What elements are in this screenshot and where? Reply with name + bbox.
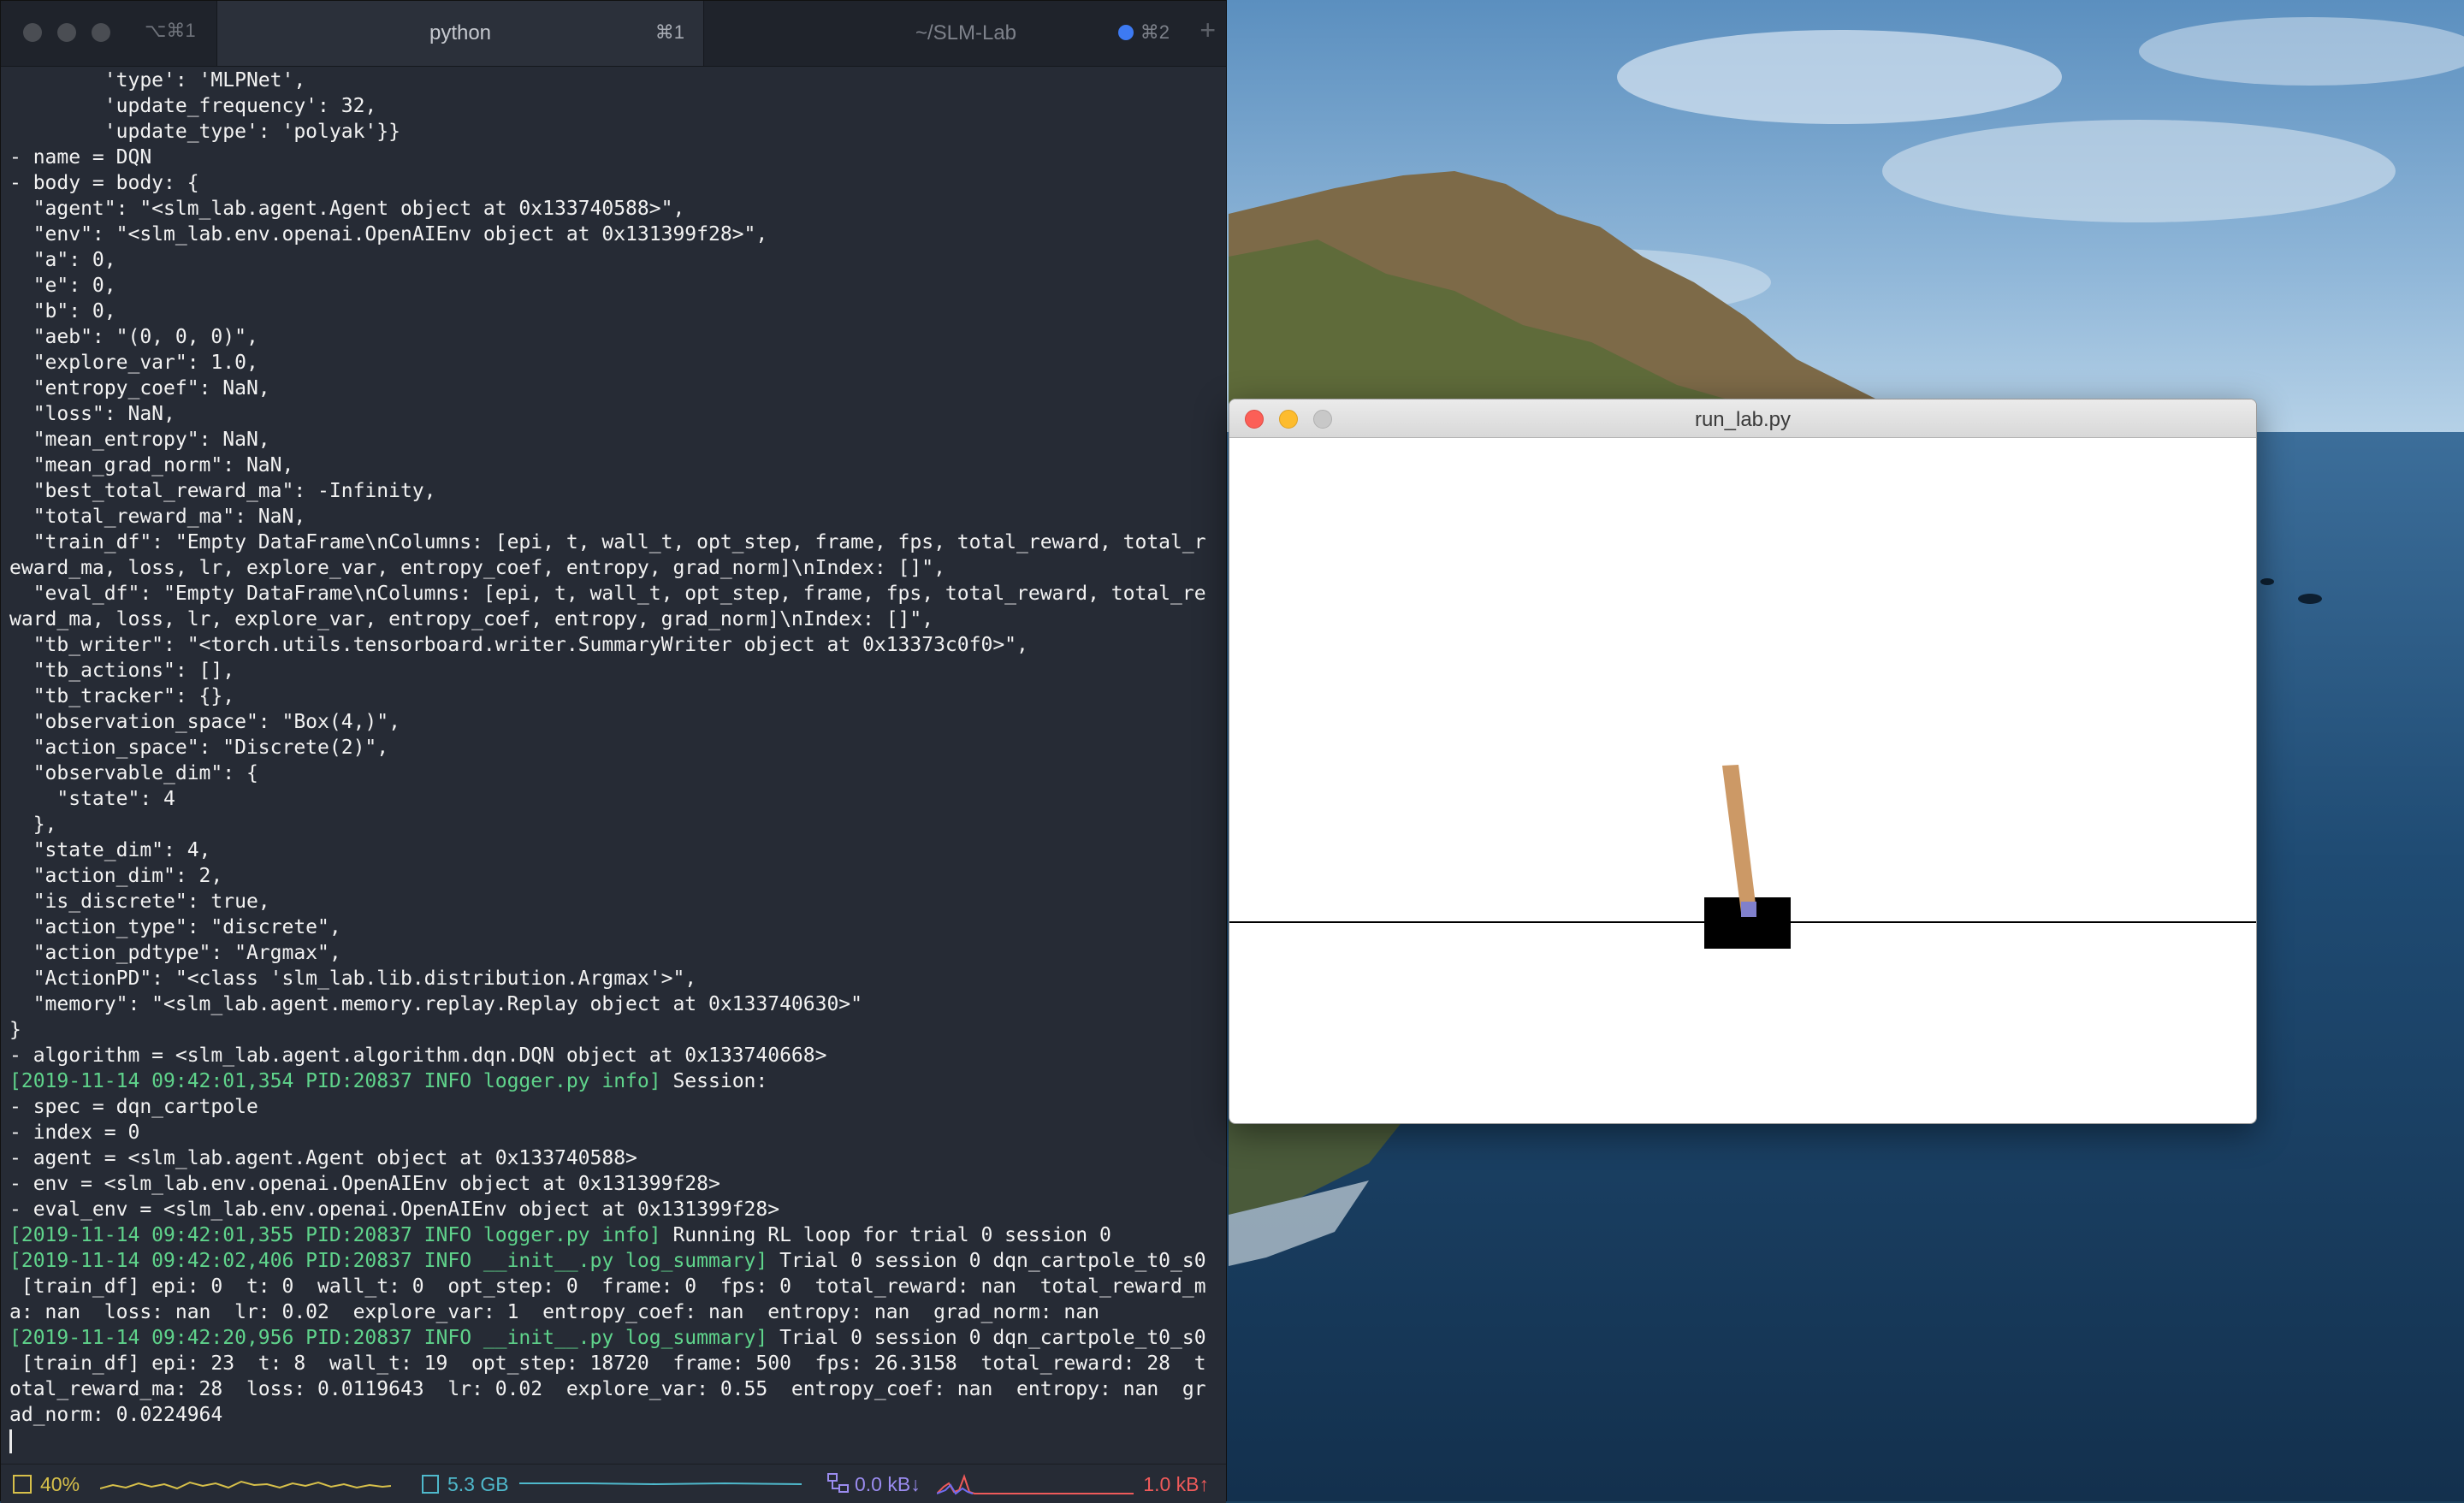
terminal-line: "action_pdtype": "Argmax", [9, 942, 341, 964]
window-title: run_lab.py [1694, 408, 1792, 431]
memory-sparkline [519, 1482, 802, 1486]
terminal-line: [2019-11-14 09:42:20,956 PID:20837 INFO … [9, 1325, 1224, 1351]
window-shortcut-label: ⌥⌘1 [145, 20, 196, 41]
terminal-line: [2019-11-14 09:42:01,354 PID:20837 INFO … [9, 1068, 1224, 1094]
log-prefix: [2019-11-14 09:42:20,956 PID:20837 INFO … [9, 1327, 768, 1349]
terminal-line: ward_ma, loss, lr, explore_var, entropy_… [9, 608, 934, 630]
log-prefix: [2019-11-14 09:42:02,406 PID:20837 INFO … [9, 1250, 768, 1272]
zoom-window-button[interactable] [92, 23, 110, 42]
terminal-line: "e": 0, [9, 275, 116, 297]
network-icon [827, 1473, 849, 1493]
terminal-line: a: nan loss: nan lr: 0.02 explore_var: 1… [9, 1301, 1099, 1323]
terminal-line: "observable_dim": { [9, 762, 258, 784]
terminal-line: - spec = dqn_cartpole [9, 1096, 258, 1118]
terminal-line: [train_df] epi: 0 t: 0 wall_t: 0 opt_ste… [9, 1275, 1206, 1298]
memory-icon [422, 1475, 439, 1494]
terminal-line: "is_discrete": true, [9, 891, 270, 913]
terminal-line: "action_space": "Discrete(2)", [9, 737, 389, 759]
log-message: Trial 0 session 0 dqn_cartpole_t0_s0 [767, 1250, 1206, 1272]
terminal-line: - agent = <slm_lab.agent.Agent object at… [9, 1147, 637, 1169]
terminal-line: "train_df": "Empty DataFrame\nColumns: [… [9, 531, 1206, 553]
new-tab-button[interactable]: + [1199, 15, 1216, 46]
minimize-window-button[interactable] [57, 23, 76, 42]
terminal-line: "agent": "<slm_lab.agent.Agent object at… [9, 198, 685, 220]
terminal-line: "entropy_coef": NaN, [9, 377, 270, 399]
terminal-line: "mean_grad_norm": NaN, [9, 454, 294, 476]
terminal-line: "eval_df": "Empty DataFrame\nColumns: [e… [9, 583, 1206, 605]
log-prefix: [2019-11-14 09:42:01,354 PID:20837 INFO … [9, 1070, 661, 1092]
terminal-line: "ActionPD": "<class 'slm_lab.lib.distrib… [9, 967, 697, 990]
cartpole-render-window[interactable]: run_lab.py [1229, 399, 2257, 1124]
terminal-output[interactable]: 'type': 'MLPNet', 'update_frequency': 32… [9, 68, 1224, 1453]
terminal-line: "tb_writer": "<torch.utils.tensorboard.w… [9, 634, 1028, 656]
tab-python[interactable]: python ⌘1 [216, 1, 704, 66]
network-download-rate: 0.0 kB↓ [855, 1473, 921, 1495]
terminal-line: "observation_space": "Box(4,)", [9, 711, 400, 733]
memory-usage: 5.3 GB [447, 1473, 509, 1495]
terminal-line: "state_dim": 4, [9, 839, 211, 861]
cpu-usage: 40% [40, 1473, 80, 1495]
network-sparkline [937, 1474, 1134, 1495]
terminal-line: eward_ma, loss, lr, explore_var, entropy… [9, 557, 945, 579]
terminal-window[interactable]: ⌥⌘1 python ⌘1 ~/SLM-Lab ⌘2 + 'type': 'ML… [0, 0, 1227, 1503]
terminal-line: 'type': 'MLPNet', [9, 69, 306, 92]
window-title-bar[interactable]: run_lab.py [1229, 399, 2256, 438]
cpu-icon [13, 1475, 32, 1494]
tab-shortcut: ⌘1 [654, 21, 684, 43]
terminal-line: "aeb": "(0, 0, 0)", [9, 326, 258, 348]
terminal-line: "tb_actions": [], [9, 660, 235, 682]
tab-slm-lab[interactable]: ~/SLM-Lab ⌘2 + [704, 1, 1228, 66]
terminal-line: "tb_tracker": {}, [9, 685, 235, 707]
terminal-line: "best_total_reward_ma": -Infinity, [9, 480, 436, 502]
log-message: Trial 0 session 0 dqn_cartpole_t0_s0 [767, 1327, 1206, 1349]
terminal-tab-bar: ⌥⌘1 python ⌘1 ~/SLM-Lab ⌘2 + [1, 1, 1226, 67]
cartpole-canvas [1229, 765, 2256, 949]
terminal-line: 'update_type': 'polyak'}} [9, 121, 400, 143]
terminal-line: "env": "<slm_lab.env.openai.OpenAIEnv ob… [9, 223, 768, 246]
terminal-line: - eval_env = <slm_lab.env.openai.OpenAIE… [9, 1198, 780, 1221]
terminal-line: }, [9, 814, 57, 836]
pole-axle [1741, 902, 1756, 917]
terminal-line: "explore_var": 1.0, [9, 352, 258, 374]
terminal-line: - index = 0 [9, 1121, 140, 1144]
status-bar: 40% 5.3 GB 0.0 kB↓ 1.0 kB↑ [1, 1464, 1226, 1503]
terminal-line: ad_norm: 0.0224964 [9, 1404, 223, 1426]
log-message: Running RL loop for trial 0 session 0 [660, 1224, 1111, 1246]
terminal-line: "a": 0, [9, 249, 116, 271]
terminal-line: - name = DQN [9, 146, 152, 169]
activity-indicator-dot [1118, 25, 1134, 40]
terminal-line: "state": 4 [9, 788, 175, 810]
terminal-line: [2019-11-14 09:42:02,406 PID:20837 INFO … [9, 1248, 1224, 1274]
terminal-line: - env = <slm_lab.env.openai.OpenAIEnv ob… [9, 1173, 720, 1195]
terminal-line: [train_df] epi: 23 t: 8 wall_t: 19 opt_s… [9, 1352, 1206, 1375]
terminal-line: "memory": "<slm_lab.agent.memory.replay.… [9, 993, 862, 1015]
pole [1722, 765, 1756, 913]
terminal-line: "action_type": "discrete", [9, 916, 341, 938]
terminal-line: "action_dim": 2, [9, 865, 223, 887]
terminal-line: "loss": NaN, [9, 403, 175, 425]
terminal-line: "b": 0, [9, 300, 116, 322]
log-message: Session: [660, 1070, 768, 1092]
terminal-line: "total_reward_ma": NaN, [9, 506, 306, 528]
terminal-line: otal_reward_ma: 28 loss: 0.0119643 lr: 0… [9, 1378, 1206, 1400]
close-window-button[interactable] [23, 23, 42, 42]
log-prefix: [2019-11-14 09:42:01,355 PID:20837 INFO … [9, 1224, 661, 1246]
terminal-line: - algorithm = <slm_lab.agent.algorithm.d… [9, 1044, 827, 1067]
terminal-line: [2019-11-14 09:42:01,355 PID:20837 INFO … [9, 1222, 1224, 1248]
terminal-line: "mean_entropy": NaN, [9, 429, 270, 451]
network-upload-rate: 1.0 kB↑ [1143, 1473, 1209, 1495]
terminal-line: } [9, 1019, 21, 1041]
terminal-line: - body = body: { [9, 172, 199, 194]
cpu-sparkline [100, 1480, 391, 1490]
terminal-line: 'update_frequency': 32, [9, 95, 377, 117]
text-cursor [9, 1429, 12, 1453]
tab-title: python [429, 21, 492, 44]
tab-shortcut: ⌘2 [1140, 21, 1170, 43]
